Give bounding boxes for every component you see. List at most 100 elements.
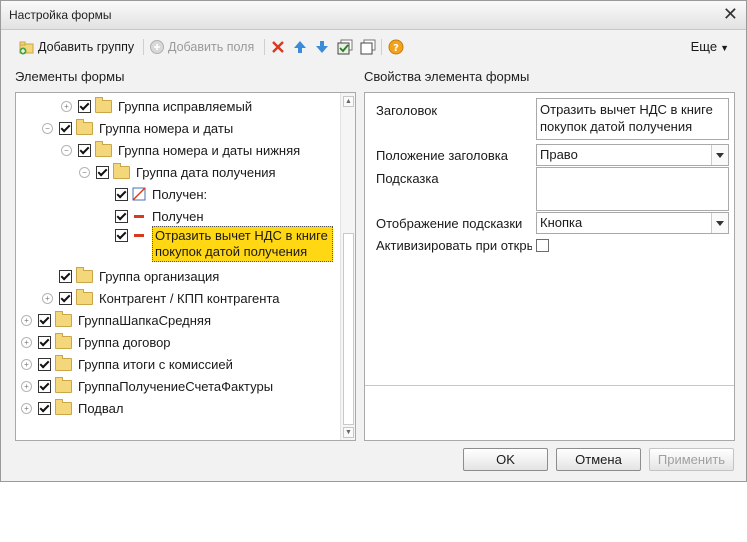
close-icon[interactable]: ✕: [723, 4, 738, 24]
tree-item[interactable]: + ГруппаШапкаСредняя: [21, 310, 211, 330]
hint-display-select[interactable]: Кнопка: [536, 212, 729, 234]
tree-item-checkbox[interactable]: [78, 143, 91, 157]
tree-item[interactable]: Отразить вычет НДС в книге покупок датой…: [98, 226, 333, 266]
tree-item-checkbox[interactable]: [59, 269, 72, 283]
add-fields-icon: [150, 40, 164, 54]
tree-scrollbar[interactable]: ▲ ▼: [340, 93, 355, 440]
title-position-select[interactable]: Право: [536, 144, 729, 166]
folder-icon: [55, 398, 72, 415]
chevron-down-icon: ▼: [720, 43, 729, 53]
tree-item-checkbox[interactable]: [38, 313, 51, 327]
folder-icon: [95, 140, 112, 157]
tree-item-checkbox[interactable]: [78, 99, 91, 113]
help-button[interactable]: ?: [388, 36, 407, 58]
add-fields-button[interactable]: Добавить поля: [149, 36, 254, 58]
title-property-field[interactable]: Отразить вычет НДС в книге покупок датой…: [536, 98, 729, 140]
tree-item[interactable]: + ГруппаПолучениеСчетаФактуры: [21, 376, 273, 396]
expand-icon[interactable]: +: [21, 380, 32, 392]
check-list-icon: [337, 39, 353, 55]
uncheck-all-button[interactable]: [360, 36, 379, 58]
tree-item[interactable]: Получен: [98, 206, 204, 226]
minus-field-icon: [132, 228, 146, 242]
tree-item-checkbox[interactable]: [38, 335, 51, 349]
expand-icon[interactable]: +: [21, 336, 32, 348]
expand-icon[interactable]: +: [21, 358, 32, 370]
activate-on-open-checkbox[interactable]: [536, 239, 549, 252]
folder-icon: [76, 118, 93, 135]
scroll-down-icon[interactable]: ▼: [343, 427, 354, 438]
more-menu-button[interactable]: Еще ▼: [691, 39, 729, 54]
chevron-down-icon[interactable]: [711, 213, 728, 233]
tree-item[interactable]: − Группа дата получения: [79, 162, 276, 182]
folder-icon: [55, 310, 72, 327]
cancel-button[interactable]: Отмена: [556, 448, 641, 471]
folder-icon: [55, 354, 72, 371]
hint-field[interactable]: [536, 167, 729, 211]
tree-item-label: Подвал: [78, 400, 124, 416]
minus-field-icon: [132, 209, 146, 223]
tree-item[interactable]: + Группа итоги с комиссией: [21, 354, 233, 374]
tree-item[interactable]: + Контрагент / КПП контрагента: [42, 288, 279, 308]
toolbar-divider: [264, 39, 265, 55]
tree-item-checkbox[interactable]: [59, 121, 72, 135]
tree-item[interactable]: − Группа номера и даты нижняя: [61, 140, 300, 160]
expand-icon[interactable]: +: [61, 100, 72, 112]
label-field-icon: [132, 187, 146, 201]
scroll-up-icon[interactable]: ▲: [343, 96, 354, 107]
chevron-down-icon[interactable]: [711, 145, 728, 165]
tree-item-label: Группа организация: [99, 268, 220, 284]
copy-list-icon: [360, 39, 376, 55]
folder-icon: [55, 376, 72, 393]
collapse-icon[interactable]: −: [61, 144, 72, 156]
folder-icon: [76, 266, 93, 283]
tree-item-checkbox[interactable]: [38, 379, 51, 393]
form-elements-tree[interactable]: + Группа исправляемый − Группа номера и дат…: [15, 92, 356, 441]
activate-on-open-label: Активизировать при откры: [376, 238, 532, 253]
tree-item[interactable]: Получен:: [98, 184, 207, 204]
check-all-button[interactable]: [337, 36, 356, 58]
expand-icon[interactable]: +: [21, 402, 32, 414]
delete-icon: [272, 41, 284, 53]
toolbar-divider: [143, 39, 144, 55]
collapse-icon[interactable]: −: [42, 122, 53, 134]
arrow-down-icon: [316, 41, 328, 53]
tree-item-checkbox[interactable]: [38, 401, 51, 415]
folder-icon: [76, 288, 93, 305]
move-up-button[interactable]: [292, 36, 311, 58]
scroll-thumb[interactable]: [343, 233, 354, 425]
element-properties-heading: Свойства элемента формы: [364, 69, 530, 84]
tree-item-label: ГруппаШапкаСредняя: [78, 312, 211, 328]
hint-display-value: Кнопка: [540, 215, 583, 230]
hint-label: Подсказка: [376, 171, 439, 186]
tree-item[interactable]: + Подвал: [21, 398, 123, 418]
tree-item-checkbox[interactable]: [115, 187, 128, 201]
tree-item-checkbox[interactable]: [96, 165, 109, 179]
move-down-button[interactable]: [314, 36, 333, 58]
collapse-icon[interactable]: −: [79, 166, 90, 178]
hint-display-label: Отображение подсказки: [376, 216, 523, 231]
tree-item[interactable]: − Группа номера и даты: [42, 118, 233, 138]
tree-item-checkbox[interactable]: [115, 209, 128, 223]
form-settings-window: Настройка формы ✕ Добавить группу Добави…: [0, 0, 747, 482]
add-group-button[interactable]: Добавить группу: [19, 36, 134, 58]
apply-button[interactable]: Применить: [649, 448, 734, 471]
expand-icon[interactable]: +: [21, 314, 32, 326]
add-group-label: Добавить группу: [38, 40, 135, 54]
tree-item-label: Группа итоги с комиссией: [78, 356, 233, 372]
delete-button[interactable]: [270, 36, 289, 58]
tree-item[interactable]: + Группа исправляемый: [61, 96, 252, 116]
tree-item-checkbox[interactable]: [38, 357, 51, 371]
tree-item-label: Группа исправляемый: [118, 98, 253, 114]
expand-icon[interactable]: +: [42, 292, 53, 304]
tree-item-label: Получен:: [152, 186, 208, 202]
ok-button[interactable]: OK: [463, 448, 548, 471]
help-icon: ?: [388, 39, 404, 55]
tree-item-checkbox[interactable]: [59, 291, 72, 305]
more-label: Еще: [690, 39, 718, 54]
tree-item-checkbox[interactable]: [115, 229, 128, 242]
add-fields-label: Добавить поля: [168, 40, 255, 54]
tree-item[interactable]: + Группа договор: [21, 332, 171, 352]
tree-item[interactable]: Группа организация: [42, 266, 219, 286]
folder-icon: [113, 162, 130, 179]
tree-item-label: Группа дата получения: [136, 164, 276, 180]
